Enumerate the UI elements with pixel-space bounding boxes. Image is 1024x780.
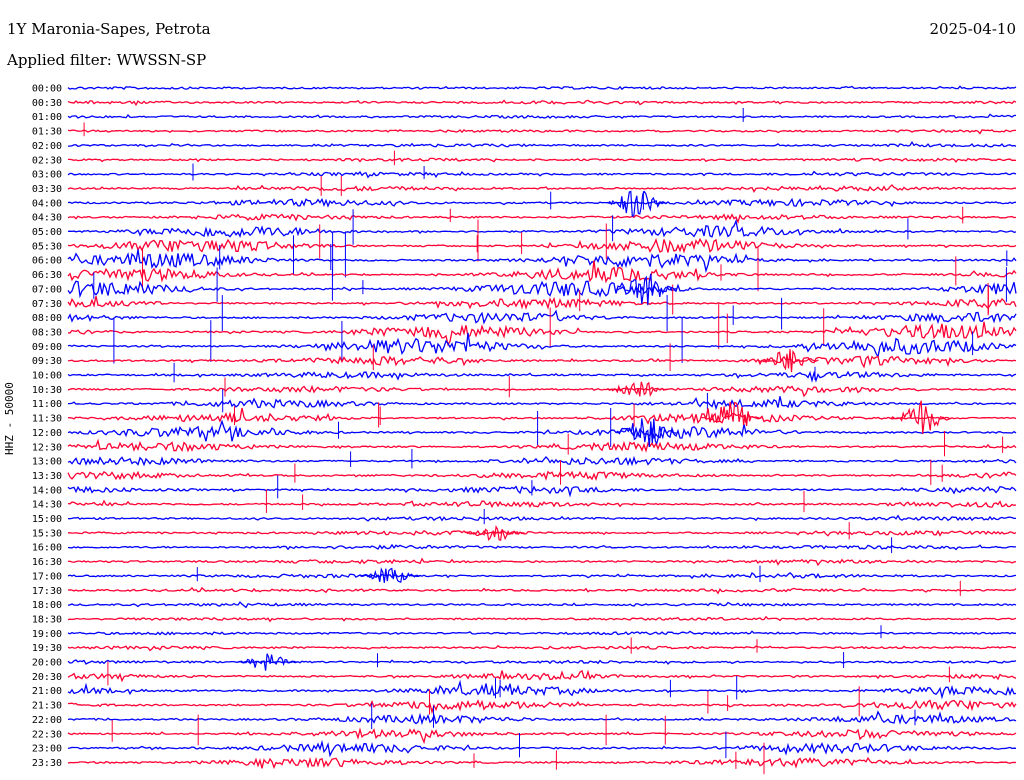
trace-row: [67, 129, 1016, 135]
trace-row: [67, 615, 1017, 623]
row-time-label: 14:30: [32, 500, 62, 511]
row-time-label: 03:00: [32, 170, 62, 181]
row-time-label: 16:00: [32, 543, 62, 554]
row-time-label: 22:30: [32, 729, 62, 740]
trace-row: [67, 679, 1017, 700]
row-time-label: 17:30: [32, 586, 62, 597]
row-time-label: 21:30: [32, 701, 62, 712]
trace-row: [67, 309, 1017, 325]
trace-row: [67, 739, 1017, 758]
row-time-label: 22:00: [32, 715, 62, 726]
row-time-label: 06:30: [32, 270, 62, 281]
row-time-label: 17:00: [32, 571, 62, 582]
trace-row: [67, 514, 1016, 522]
row-time-label: 14:00: [32, 485, 62, 496]
trace-row: [67, 370, 1017, 383]
row-time-label: 21:00: [32, 686, 62, 697]
row-time-label: 00:30: [32, 98, 62, 109]
trace-row: [67, 99, 1017, 107]
trace-row: [67, 249, 1017, 274]
trace-row: [67, 470, 1017, 481]
trace-row: [67, 499, 1017, 509]
row-time-label: 11:30: [32, 414, 62, 425]
row-time-label: 18:30: [32, 614, 62, 625]
row-time-label: 11:00: [32, 399, 62, 410]
trace-row: [67, 332, 1017, 359]
row-time-label: 09:30: [32, 356, 62, 367]
row-time-label: 23:30: [32, 758, 62, 769]
row-time-label: 09:00: [32, 342, 62, 353]
row-time-label: 02:30: [32, 155, 62, 166]
trace-row: [67, 170, 1017, 179]
trace-row: [67, 296, 1017, 310]
row-time-label: 13:30: [32, 471, 62, 482]
row-time-label: 10:00: [32, 371, 62, 382]
trace-row: [67, 218, 1017, 238]
trace-row: [67, 355, 1017, 369]
trace-row: [67, 756, 1017, 770]
row-time-label: 19:00: [32, 629, 62, 640]
row-time-label: 05:00: [32, 227, 62, 238]
trace-row: [67, 419, 1017, 442]
row-time-label: 07:30: [32, 299, 62, 310]
row-time-label: 23:00: [32, 744, 62, 755]
trace-row: [67, 630, 1017, 636]
row-time-label: 20:30: [32, 672, 62, 683]
row-time-label: 07:00: [32, 284, 62, 295]
trace-row: [67, 321, 1017, 347]
trace-row: [67, 237, 1017, 254]
row-time-label: 04:30: [32, 213, 62, 224]
row-time-label: 20:00: [32, 658, 62, 669]
trace-row: [67, 571, 1017, 580]
trace-row: [67, 659, 1017, 665]
trace-row: [67, 384, 1017, 398]
row-time-label: 15:30: [32, 528, 62, 539]
trace-row: [67, 586, 1017, 595]
trace-row: [67, 197, 1017, 208]
trace-row: [67, 85, 1017, 91]
row-time-label: 08:00: [32, 313, 62, 324]
row-time-label: 03:30: [32, 184, 62, 195]
row-time-label: 15:00: [32, 514, 62, 525]
row-time-label: 16:30: [32, 557, 62, 568]
trace-row: [67, 212, 1017, 224]
trace-row: [67, 710, 1017, 726]
trace-row: [67, 113, 1017, 120]
row-time-label: 10:30: [32, 385, 62, 396]
trace-row: [68, 140, 1017, 148]
row-time-label: 05:30: [32, 241, 62, 252]
trace-row: [67, 485, 1017, 498]
trace-row: [67, 407, 1017, 425]
trace-row: [67, 727, 1017, 745]
trace-row: [68, 529, 1017, 537]
trace-row: [67, 644, 1017, 652]
row-time-label: 04:00: [32, 198, 62, 209]
trace-row: [67, 601, 1017, 609]
row-time-label: 00:00: [32, 84, 62, 95]
trace-row: [68, 396, 1017, 411]
row-time-label: 06:00: [32, 256, 62, 267]
trace-row: [67, 669, 1017, 683]
trace-row: [67, 438, 1017, 453]
seismic-event: [890, 400, 952, 434]
row-time-label: 12:00: [32, 428, 62, 439]
trace-row: [68, 157, 1017, 163]
trace-row: [67, 455, 1017, 467]
row-time-label: 01:30: [32, 127, 62, 138]
row-time-label: 19:30: [32, 643, 62, 654]
row-time-label: 02:00: [32, 141, 62, 152]
row-time-label: 13:00: [32, 457, 62, 468]
row-time-label: 01:00: [32, 112, 62, 123]
trace-row: [67, 557, 1017, 567]
trace-row: [67, 260, 1017, 284]
trace-row: [67, 543, 1017, 551]
row-time-label: 08:30: [32, 327, 62, 338]
helicorder-plot: 00:00 00:30 01:00 01:30 02:00 02:30 03:00 03:30…: [32, 84, 1017, 775]
row-time-label: 18:00: [32, 600, 62, 611]
trace-row: [67, 184, 1017, 193]
trace-row: [68, 699, 1017, 715]
trace-row: [67, 280, 1017, 299]
row-time-label: 12:30: [32, 442, 62, 453]
